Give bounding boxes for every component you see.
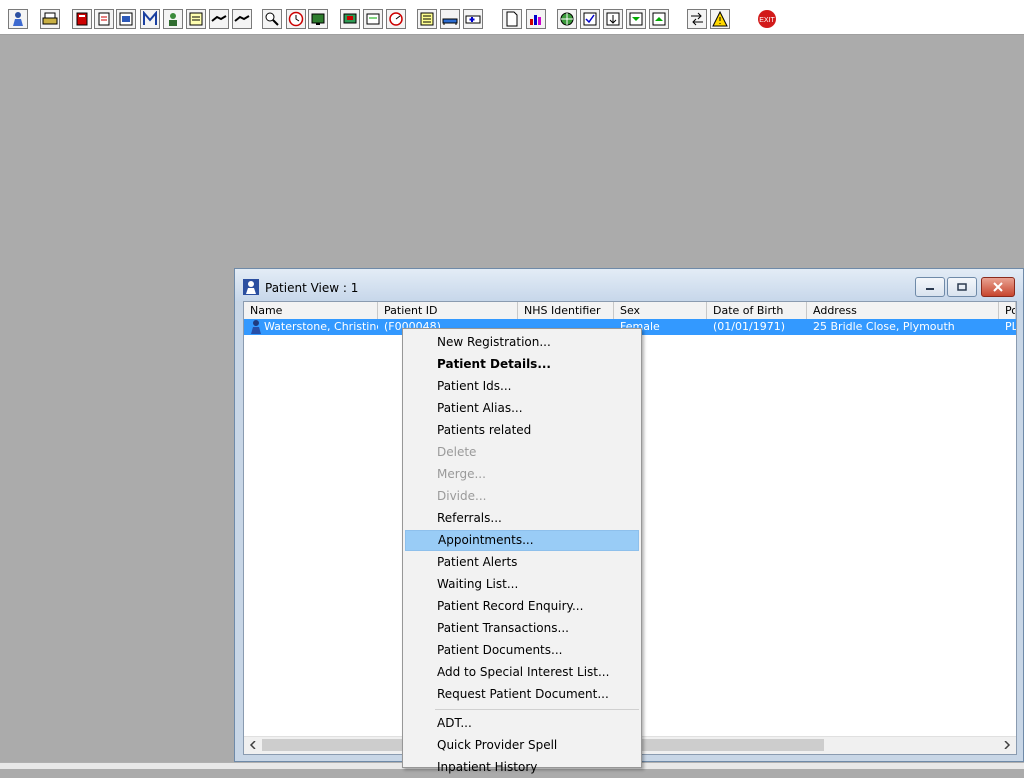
doctor-icon[interactable] xyxy=(163,9,183,29)
globe-icon[interactable] xyxy=(557,9,577,29)
swap-icon[interactable] xyxy=(687,9,707,29)
minimize-icon xyxy=(926,288,934,290)
notepad-icon[interactable] xyxy=(94,9,114,29)
context-menu: New Registration... Patient Details... P… xyxy=(402,328,642,774)
dial-icon[interactable] xyxy=(386,9,406,29)
chevron-left-icon xyxy=(249,741,256,749)
green-arrow-icon[interactable] xyxy=(626,9,646,29)
book-icon[interactable] xyxy=(72,9,92,29)
column-header-postcode[interactable]: Po xyxy=(999,302,1016,319)
notes-icon[interactable] xyxy=(186,9,206,29)
m-letter-icon[interactable] xyxy=(140,9,160,29)
cell-dob: (01/01/1971) xyxy=(713,320,785,333)
close-button[interactable] xyxy=(981,277,1015,297)
patient-icon[interactable] xyxy=(8,9,28,29)
green-arrow2-icon[interactable] xyxy=(649,9,669,29)
column-header-dob[interactable]: Date of Birth xyxy=(707,302,807,319)
menu-item-divide: Divide... xyxy=(437,489,487,503)
menu-item-patient-documents[interactable]: Patient Documents... xyxy=(405,640,639,661)
list-icon[interactable] xyxy=(417,9,437,29)
toolbar: EXIT xyxy=(0,6,1024,35)
check-list-icon[interactable] xyxy=(580,9,600,29)
list-header: Name Patient ID NHS Identifier Sex Date … xyxy=(244,302,1016,320)
cell-address: 25 Bridle Close, Plymouth xyxy=(813,320,955,333)
menu-item-adt[interactable]: ADT... xyxy=(405,713,639,734)
menu-separator xyxy=(435,709,639,710)
menu-item-quick-provider-spell[interactable]: Quick Provider Spell xyxy=(405,735,639,756)
card-icon[interactable] xyxy=(363,9,383,29)
scroll-right-button[interactable] xyxy=(1000,738,1014,752)
warning-icon[interactable] xyxy=(710,9,730,29)
column-header-address[interactable]: Address xyxy=(807,302,999,319)
window-titlebar[interactable]: Patient View : 1 xyxy=(235,269,1023,301)
restore-button[interactable] xyxy=(947,277,977,297)
column-header-sex[interactable]: Sex xyxy=(614,302,707,319)
chevron-right-icon xyxy=(1004,741,1011,749)
menu-item-merge: Merge... xyxy=(437,467,486,481)
patient-icon xyxy=(243,279,259,295)
menu-item-patient-transactions[interactable]: Patient Transactions... xyxy=(405,618,639,639)
column-header-name[interactable]: Name xyxy=(244,302,378,319)
handshake-icon[interactable] xyxy=(232,9,252,29)
magnify-icon[interactable] xyxy=(262,9,282,29)
menu-item-patient-record-enquiry[interactable]: Patient Record Enquiry... xyxy=(405,596,639,617)
menu-item-patient-alerts[interactable]: Patient Alerts xyxy=(405,552,639,573)
restore-icon xyxy=(957,283,967,291)
minimize-button[interactable] xyxy=(915,277,945,297)
menu-item-waiting-list[interactable]: Waiting List... xyxy=(405,574,639,595)
svg-text:EXIT: EXIT xyxy=(759,17,775,24)
clock-icon[interactable] xyxy=(286,9,306,29)
window-title: Patient View : 1 xyxy=(265,281,359,295)
document-icon[interactable] xyxy=(502,9,522,29)
screen-icon[interactable] xyxy=(340,9,360,29)
menu-item-referrals[interactable]: Referrals... xyxy=(405,508,639,529)
menu-item-request-patient-document[interactable]: Request Patient Document... xyxy=(405,684,639,705)
menu-item-appointments[interactable]: Appointments... xyxy=(405,530,639,551)
column-header-patient-id[interactable]: Patient ID xyxy=(378,302,518,319)
bed-icon[interactable] xyxy=(440,9,460,29)
column-header-nhs-identifier[interactable]: NHS Identifier xyxy=(518,302,614,319)
ambulance-icon[interactable] xyxy=(463,9,483,29)
monitor-icon[interactable] xyxy=(308,9,328,29)
exit-icon[interactable]: EXIT xyxy=(757,9,777,29)
menu-item-new-registration[interactable]: New Registration... xyxy=(405,332,639,353)
menu-item-delete: Delete xyxy=(437,445,477,459)
close-icon xyxy=(993,282,1003,292)
down-arrow-icon[interactable] xyxy=(603,9,623,29)
menu-item-add-special-interest-list[interactable]: Add to Special Interest List... xyxy=(405,662,639,683)
menu-item-patient-alias[interactable]: Patient Alias... xyxy=(405,398,639,419)
bar-chart-icon[interactable] xyxy=(526,9,546,29)
handshake-icon[interactable] xyxy=(209,9,229,29)
cell-postcode: PL xyxy=(1005,320,1016,333)
menu-item-patient-details[interactable]: Patient Details... xyxy=(405,354,639,375)
scroll-left-button[interactable] xyxy=(246,738,260,752)
menu-item-patients-related[interactable]: Patients related xyxy=(405,420,639,441)
chart-icon[interactable] xyxy=(116,9,136,29)
printer-icon[interactable] xyxy=(40,9,60,29)
cell-name: Waterstone, Christine... xyxy=(264,320,378,333)
menu-item-patient-ids[interactable]: Patient Ids... xyxy=(405,376,639,397)
